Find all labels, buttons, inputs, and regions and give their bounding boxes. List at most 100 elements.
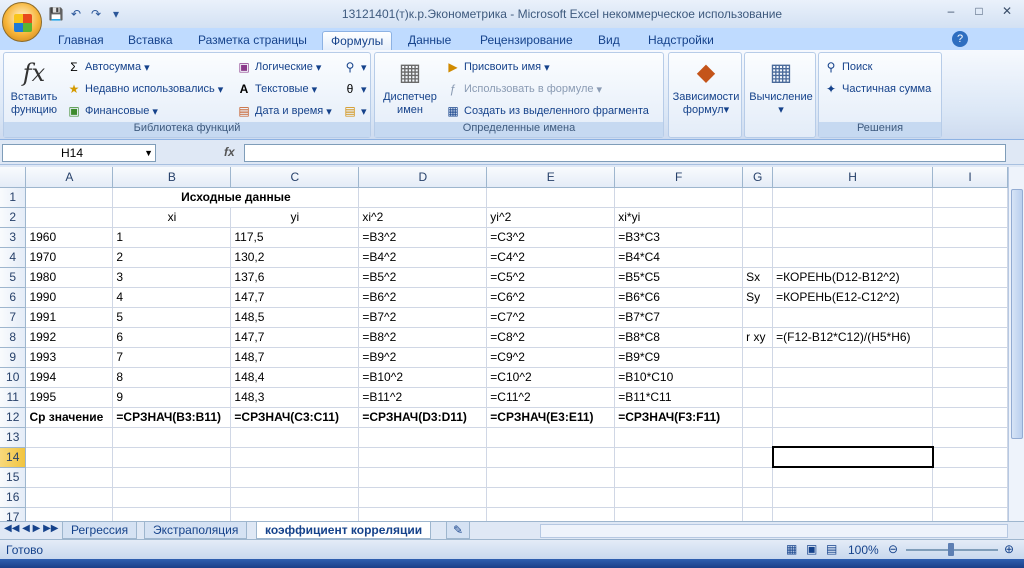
- cell[interactable]: =C11^2: [486, 387, 616, 408]
- cell[interactable]: [486, 487, 616, 508]
- cell[interactable]: [358, 187, 488, 208]
- vertical-scrollbar[interactable]: [1008, 167, 1024, 521]
- tab-home[interactable]: Главная: [58, 31, 104, 50]
- cell[interactable]: 130,2: [230, 247, 360, 268]
- use-in-formula-button[interactable]: ƒ Использовать в формуле ▾: [445, 81, 602, 97]
- cell[interactable]: xi: [112, 207, 232, 228]
- cell[interactable]: 148,7: [230, 347, 360, 368]
- cell[interactable]: =C7^2: [486, 307, 616, 328]
- zoom-out-icon[interactable]: ⊖: [888, 542, 898, 556]
- cell[interactable]: 137,6: [230, 267, 360, 288]
- cell[interactable]: 5: [112, 307, 232, 328]
- cell[interactable]: [742, 367, 774, 388]
- cell[interactable]: [742, 187, 774, 208]
- cell[interactable]: =B3*C3: [614, 227, 744, 248]
- cell[interactable]: 9: [112, 387, 232, 408]
- minimize-button[interactable]: –: [938, 2, 964, 20]
- row-header[interactable]: 16: [0, 487, 27, 508]
- cell[interactable]: [742, 207, 774, 228]
- cell[interactable]: [358, 467, 488, 488]
- datetime-functions-button[interactable]: ▤ Дата и время ▾: [236, 103, 331, 119]
- cell[interactable]: =B11^2: [358, 387, 488, 408]
- row-header[interactable]: 3: [0, 227, 27, 248]
- cell[interactable]: [932, 287, 1008, 308]
- cell[interactable]: 1960: [25, 227, 114, 248]
- cell[interactable]: [932, 247, 1008, 268]
- cell[interactable]: [772, 307, 934, 328]
- lookup-functions-button[interactable]: ⚲ ▾: [342, 59, 367, 75]
- cell[interactable]: [772, 507, 934, 521]
- cell[interactable]: [230, 447, 360, 468]
- column-header-a[interactable]: A: [25, 167, 114, 188]
- select-all-corner[interactable]: [0, 167, 27, 188]
- cell[interactable]: 7: [112, 347, 232, 368]
- cell[interactable]: [486, 467, 616, 488]
- cell[interactable]: [932, 307, 1008, 328]
- cell[interactable]: [358, 427, 488, 448]
- column-header-b[interactable]: B: [112, 167, 232, 188]
- cell[interactable]: 148,5: [230, 307, 360, 328]
- cell[interactable]: 1990: [25, 287, 114, 308]
- cell[interactable]: 1991: [25, 307, 114, 328]
- cell[interactable]: =СРЗНАЧ(B3:B11): [112, 407, 232, 428]
- cell[interactable]: [742, 387, 774, 408]
- zoom-level[interactable]: 100%: [848, 543, 879, 557]
- cell[interactable]: =C6^2: [486, 287, 616, 308]
- cell[interactable]: 1994: [25, 367, 114, 388]
- tab-page-layout[interactable]: Разметка страницы: [198, 31, 307, 50]
- row-header[interactable]: 1: [0, 187, 27, 208]
- cell[interactable]: 1: [112, 227, 232, 248]
- cell[interactable]: [230, 427, 360, 448]
- name-box[interactable]: H14 ▼: [2, 144, 156, 162]
- cell[interactable]: =C5^2: [486, 267, 616, 288]
- cell[interactable]: =B6^2: [358, 287, 488, 308]
- tab-data[interactable]: Данные: [408, 31, 451, 50]
- cell[interactable]: [772, 187, 934, 208]
- page-break-view-icon[interactable]: ▤: [826, 542, 837, 556]
- cell[interactable]: =B11*C11: [614, 387, 744, 408]
- cell[interactable]: [742, 467, 774, 488]
- spreadsheet-grid[interactable]: A B C D E F G H I 1 Исходные данные 2 xi yi xi^2 yi^2 xi…: [0, 167, 1008, 521]
- recent-functions-button[interactable]: ★ Недавно использовались ▾: [66, 81, 224, 97]
- cell[interactable]: =B4*C4: [614, 247, 744, 268]
- cell[interactable]: [742, 507, 774, 521]
- cell[interactable]: [932, 447, 1008, 468]
- name-manager-button[interactable]: ▦ Диспетчер имен: [377, 57, 443, 117]
- cell[interactable]: [742, 427, 774, 448]
- math-functions-button[interactable]: θ ▾: [342, 81, 367, 97]
- cell[interactable]: [112, 427, 232, 448]
- cell[interactable]: 1992: [25, 327, 114, 348]
- row-header[interactable]: 7: [0, 307, 27, 328]
- cell[interactable]: [932, 507, 1008, 521]
- cell[interactable]: =C10^2: [486, 367, 616, 388]
- office-button[interactable]: [2, 2, 42, 42]
- row-header[interactable]: 9: [0, 347, 27, 368]
- row-header[interactable]: 17: [0, 507, 27, 521]
- cell[interactable]: =СРЗНАЧ(C3:C11): [230, 407, 360, 428]
- cell[interactable]: r xy: [742, 327, 774, 348]
- cell[interactable]: 3: [112, 267, 232, 288]
- cell[interactable]: [932, 367, 1008, 388]
- cell[interactable]: [932, 487, 1008, 508]
- cell[interactable]: =B7^2: [358, 307, 488, 328]
- cell[interactable]: 147,7: [230, 327, 360, 348]
- row-header[interactable]: 8: [0, 327, 27, 348]
- cell[interactable]: 1993: [25, 347, 114, 368]
- cell[interactable]: 148,4: [230, 367, 360, 388]
- horizontal-scrollbar[interactable]: [540, 524, 1008, 538]
- cell[interactable]: [932, 387, 1008, 408]
- cell[interactable]: [932, 407, 1008, 428]
- cell[interactable]: [358, 507, 488, 521]
- cell[interactable]: [25, 187, 114, 208]
- cell[interactable]: =КОРЕНЬ(E12-C12^2): [772, 287, 934, 308]
- cell[interactable]: [25, 487, 114, 508]
- cell[interactable]: =СРЗНАЧ(F3:F11): [614, 407, 744, 428]
- cell[interactable]: [772, 207, 934, 228]
- cell[interactable]: =B10*C10: [614, 367, 744, 388]
- cell[interactable]: [932, 207, 1008, 228]
- text-functions-button[interactable]: A Текстовые ▾: [236, 81, 317, 97]
- cell[interactable]: [112, 447, 232, 468]
- cell[interactable]: =КОРЕНЬ(D12-B12^2): [772, 267, 934, 288]
- cell[interactable]: =(F12-B12*C12)/(H5*H6): [772, 327, 934, 348]
- row-header[interactable]: 15: [0, 467, 27, 488]
